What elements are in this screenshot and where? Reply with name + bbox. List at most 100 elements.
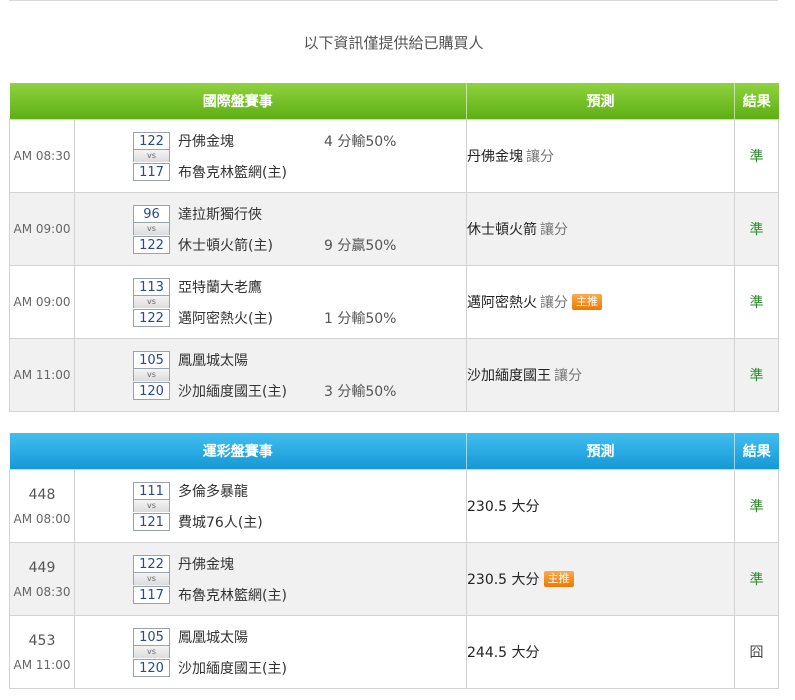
table-header: 國際盤賽事 預測 結果: [9, 83, 779, 120]
result-cell: 囧: [734, 615, 779, 689]
home-team: 沙加緬度國王(主): [178, 383, 287, 400]
prediction-type: 讓分: [554, 368, 582, 384]
time-cell: 453 AM 11:00: [9, 615, 75, 689]
home-team: 沙加緬度國王(主): [178, 660, 287, 677]
away-score: 122: [133, 131, 170, 150]
vs-label: vs: [133, 296, 170, 308]
matchup: 113 亞特蘭大老鷹 vs 122 邁阿密熱火(主) 1 分輸50%: [133, 277, 396, 327]
prediction-type: 讓分: [540, 295, 568, 311]
prediction-type: 讓分: [526, 149, 554, 165]
game-number: 448: [28, 486, 56, 503]
featured-pick-badge: 主推: [543, 571, 574, 587]
time-cell: AM 11:00: [9, 338, 75, 412]
handicap-line: 3 分輸50%: [324, 383, 397, 400]
home-line: 122 休士頓火箭(主) 9 分贏50%: [133, 235, 396, 254]
prediction-pick: 休士頓火箭: [467, 222, 537, 238]
vs-label: vs: [133, 223, 170, 235]
home-line: 117 布魯克林籃網(主): [133, 585, 324, 604]
handicap-line: 4 分輸50%: [324, 133, 397, 150]
time-cell: 448 AM 08:00: [9, 469, 75, 543]
purchaser-notice: 以下資訊僅提供給已購買人: [303, 34, 484, 52]
away-score: 105: [133, 350, 170, 369]
prediction-cell: 230.5 大分 主推: [466, 542, 735, 616]
game-number: 453: [28, 632, 56, 649]
away-line: 122 丹佛金塊 4 分輸50%: [133, 131, 396, 150]
header-event: 國際盤賽事: [9, 83, 467, 120]
away-score: 96: [133, 204, 170, 223]
away-team: 多倫多暴龍: [178, 483, 248, 500]
matchup-cell: 113 亞特蘭大老鷹 vs 122 邁阿密熱火(主) 1 分輸50%: [74, 265, 467, 339]
home-team: 布魯克林籃網(主): [178, 164, 287, 181]
home-team: 布魯克林籃網(主): [178, 587, 287, 604]
matchup-cell: 122 丹佛金塊 vs 117 布魯克林籃網(主): [74, 542, 467, 616]
away-team: 鳳凰城太陽: [178, 352, 248, 369]
away-line: 105 鳳凰城太陽: [133, 350, 396, 369]
prediction-pick: 丹佛金塊: [467, 149, 523, 165]
matchup: 96 達拉斯獨行俠 vs 122 休士頓火箭(主) 9 分贏50%: [133, 204, 396, 254]
table-row: AM 11:00 105 鳳凰城太陽 vs 120 沙加緬度國王(主) 3 分輸50% 沙加緬…: [9, 338, 779, 412]
prediction-pick: 230.5 大分: [467, 499, 540, 515]
home-score: 121: [133, 512, 170, 531]
matchup-cell: 111 多倫多暴龍 vs 121 費城76人(主): [74, 469, 467, 543]
home-team: 邁阿密熱火(主): [178, 310, 273, 327]
matchup: 111 多倫多暴龍 vs 121 費城76人(主): [133, 481, 324, 531]
away-team: 鳳凰城太陽: [178, 629, 248, 646]
featured-pick-badge: 主推: [572, 294, 602, 310]
vs-label: vs: [133, 573, 170, 585]
vs-label: vs: [133, 150, 170, 162]
header-prediction: 預測: [466, 83, 735, 120]
prediction-cell: 沙加緬度國王 讓分: [466, 338, 735, 412]
home-line: 120 沙加緬度國王(主): [133, 658, 324, 677]
home-score: 120: [133, 658, 170, 677]
away-team: 達拉斯獨行俠: [178, 206, 262, 223]
game-number: 449: [28, 559, 56, 576]
vs-label: vs: [133, 500, 170, 512]
prediction-pick: 邁阿密熱火: [467, 295, 537, 311]
home-line: 120 沙加緬度國王(主) 3 分輸50%: [133, 381, 396, 400]
table-row: AM 09:00 113 亞特蘭大老鷹 vs 122 邁阿密熱火(主) 1 分輸50% 邁阿密…: [9, 265, 779, 339]
result-cell: 準: [734, 338, 779, 412]
result-cell: 準: [734, 542, 779, 616]
prediction-cell: 邁阿密熱火 讓分 主推: [466, 265, 735, 339]
header-result: 結果: [734, 433, 779, 470]
time-cell: AM 08:30: [9, 119, 75, 193]
matchup-cell: 105 鳳凰城太陽 vs 120 沙加緬度國王(主) 3 分輸50%: [74, 338, 467, 412]
away-line: 105 鳳凰城太陽: [133, 627, 324, 646]
away-score: 122: [133, 554, 170, 573]
home-score: 117: [133, 162, 170, 181]
matchup: 105 鳳凰城太陽 vs 120 沙加緬度國王(主): [133, 627, 324, 677]
home-line: 117 布魯克林籃網(主): [133, 162, 396, 181]
prediction-cell: 230.5 大分: [466, 469, 735, 543]
game-time: AM 11:00: [13, 657, 71, 672]
matchup: 122 丹佛金塊 vs 117 布魯克林籃網(主): [133, 554, 324, 604]
table-row: AM 09:00 96 達拉斯獨行俠 vs 122 休士頓火箭(主) 9 分贏50% 休士頓火…: [9, 192, 779, 266]
matchup-cell: 122 丹佛金塊 4 分輸50% vs 117 布魯克林籃網(主): [74, 119, 467, 193]
result-cell: 準: [734, 265, 779, 339]
prediction-cell: 丹佛金塊 讓分: [466, 119, 735, 193]
away-line: 111 多倫多暴龍: [133, 481, 324, 500]
result-cell: 準: [734, 192, 779, 266]
game-time: AM 08:30: [13, 584, 71, 599]
game-time: AM 09:00: [13, 295, 71, 309]
home-line: 121 費城76人(主): [133, 512, 324, 531]
home-score: 122: [133, 235, 170, 254]
header-result: 結果: [734, 83, 779, 120]
table-row: 453 AM 11:00 105 鳳凰城太陽 vs 120 沙加緬度國王(主) 244.5 大…: [9, 615, 779, 689]
home-line: 122 邁阿密熱火(主) 1 分輸50%: [133, 308, 396, 327]
away-team: 丹佛金塊: [178, 133, 234, 150]
prediction-cell: 244.5 大分: [466, 615, 735, 689]
result-cell: 準: [734, 119, 779, 193]
away-team: 亞特蘭大老鷹: [178, 279, 262, 296]
vs-label: vs: [133, 646, 170, 658]
prediction-cell: 休士頓火箭 讓分: [466, 192, 735, 266]
prediction-pick: 244.5 大分: [467, 645, 540, 661]
game-time: AM 08:30: [13, 149, 71, 163]
away-line: 122 丹佛金塊: [133, 554, 324, 573]
game-time: AM 08:00: [13, 511, 71, 526]
matchup: 122 丹佛金塊 4 分輸50% vs 117 布魯克林籃網(主): [133, 131, 396, 181]
home-score: 122: [133, 308, 170, 327]
home-team: 休士頓火箭(主): [178, 237, 273, 254]
time-cell: AM 09:00: [9, 265, 75, 339]
international-odds-table: 國際盤賽事 預測 結果 AM 08:30 122 丹佛金塊 4 分輸50% vs 117 布…: [9, 83, 779, 412]
prediction-pick: 230.5 大分: [467, 572, 540, 588]
